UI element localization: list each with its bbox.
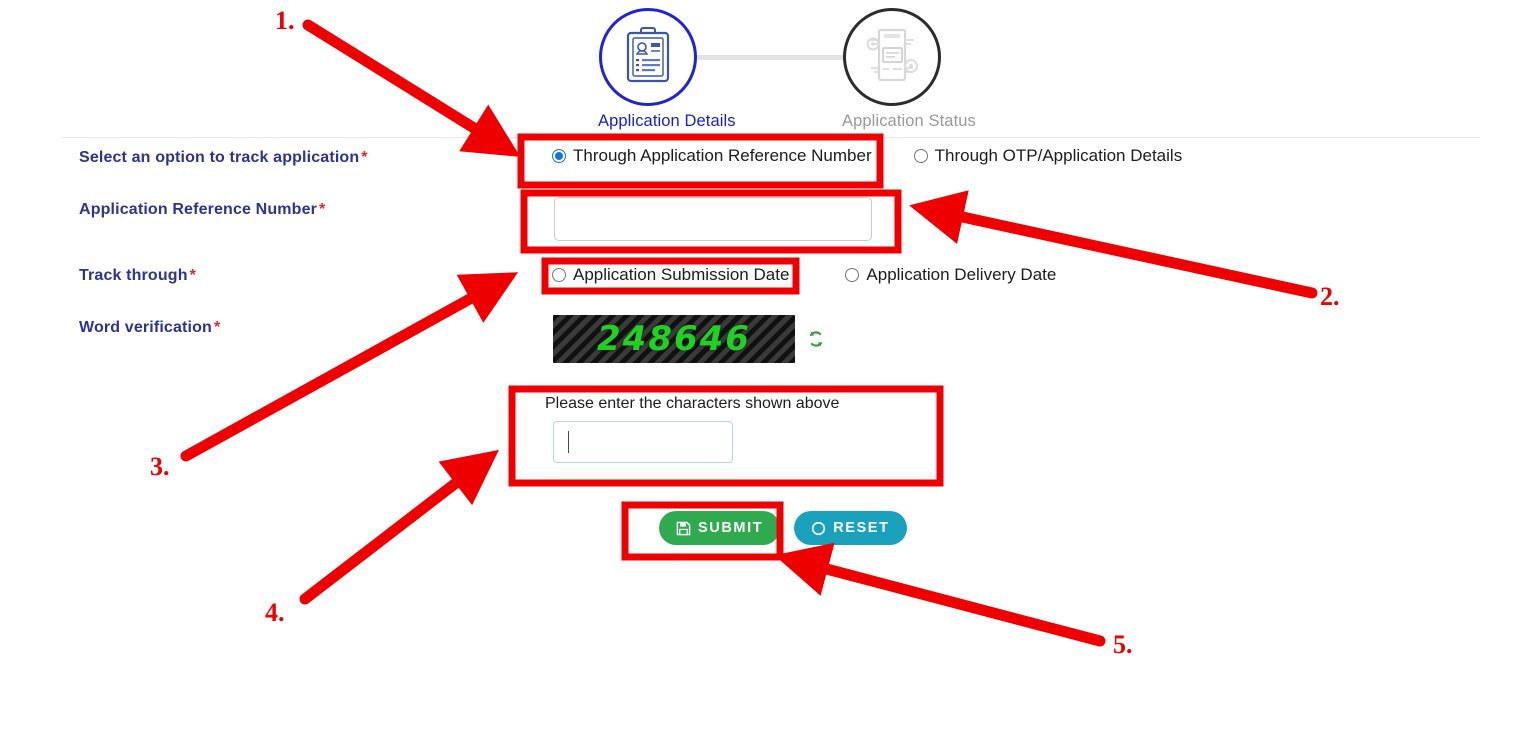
radio-application-delivery-date[interactable]: Application Delivery Date (845, 265, 1056, 285)
stepper-step-application-details[interactable]: Application Details (598, 8, 736, 131)
radio-indicator[interactable] (913, 149, 928, 163)
captcha-image: 248646 (553, 315, 795, 363)
label-reference-number: Application Reference Number * (79, 201, 326, 218)
application-reference-number-input[interactable] (554, 197, 872, 241)
captcha-area: 248646 (553, 315, 827, 363)
reset-button-label: RESET (833, 520, 890, 536)
reset-button[interactable]: RESET (794, 511, 907, 545)
required-asterisk: * (319, 201, 326, 218)
radio-label: Application Submission Date (573, 265, 790, 284)
stepper-step-application-status[interactable]: Application Status (842, 8, 976, 131)
progress-stepper: Application Details Application Status (598, 8, 976, 138)
annotation-arrow-1 (302, 19, 521, 157)
label-track-through: Track through * (79, 267, 197, 284)
radio-indicator[interactable] (552, 268, 566, 282)
track-application-page: Application Details Application Status S… (0, 0, 1536, 743)
track-option-radio-group: Through Application Reference Number Thr… (552, 146, 1182, 166)
stepper-connector (694, 55, 846, 60)
track-through-radio-group: Application Submission Date Application … (552, 265, 1056, 285)
radio-application-submission-date[interactable]: Application Submission Date (552, 265, 789, 285)
stepper-step-1-label: Application Details (598, 112, 736, 130)
submit-button-label: SUBMIT (698, 520, 764, 536)
captcha-text: 248646 (597, 319, 751, 359)
annotation-arrow-3 (180, 272, 519, 462)
section-divider (62, 137, 1480, 138)
captcha-entry-area: Please enter the characters shown above (545, 395, 839, 463)
annotation-marker-3: 3. (150, 452, 170, 481)
captcha-prompt: Please enter the characters shown above (545, 395, 840, 412)
captcha-input[interactable] (553, 421, 733, 463)
refresh-icon[interactable] (805, 328, 827, 350)
required-asterisk: * (361, 149, 368, 166)
stepper-step-2-circle (843, 8, 941, 106)
annotation-marker-1: 1. (275, 6, 295, 35)
annotation-marker-2: 2. (1320, 282, 1340, 311)
radio-indicator[interactable] (552, 149, 566, 163)
annotation-arrow-5 (774, 542, 1106, 647)
annotation-marker-5: 5. (1113, 630, 1133, 659)
annotation-marker-4: 4. (265, 598, 285, 627)
label-word-verification: Word verification * (79, 319, 221, 336)
required-asterisk: * (213, 319, 221, 336)
stepper-step-1-circle (599, 8, 697, 106)
radio-through-otp-application-details[interactable]: Through OTP/Application Details (913, 146, 1183, 166)
save-icon (676, 521, 691, 536)
label-track-option: Select an option to track application * (79, 149, 368, 166)
clipboard-form-icon (620, 25, 676, 90)
stepper-step-2-label: Application Status (842, 112, 976, 130)
circle-reset-icon (811, 521, 826, 536)
radio-through-application-reference-number[interactable]: Through Application Reference Number (552, 146, 872, 166)
radio-label: Application Delivery Date (866, 265, 1057, 284)
radio-indicator[interactable] (845, 268, 860, 282)
radio-label: Through OTP/Application Details (934, 146, 1183, 165)
submit-button[interactable]: SUBMIT (659, 511, 781, 545)
form-actions: SUBMIT RESET (659, 511, 907, 545)
text-caret (568, 431, 569, 453)
document-gears-icon (863, 26, 921, 89)
annotation-arrow-4 (299, 449, 499, 605)
radio-label: Through Application Reference Number (573, 146, 872, 165)
required-asterisk: * (189, 267, 197, 284)
